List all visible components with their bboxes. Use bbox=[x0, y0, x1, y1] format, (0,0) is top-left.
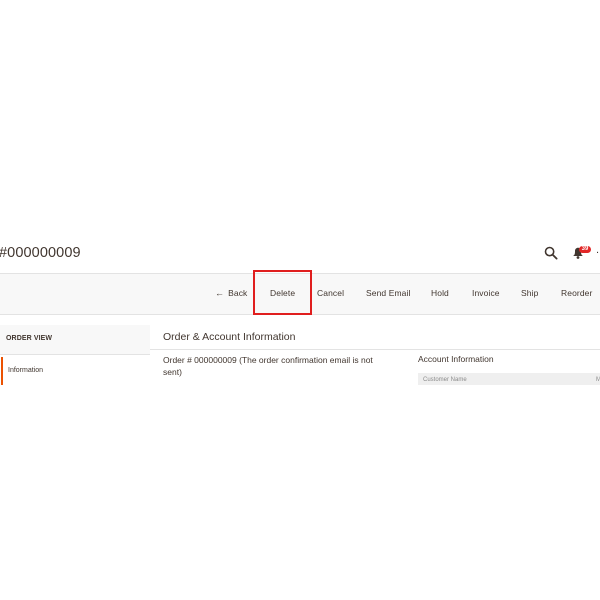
order-view-sidebar: ORDER VIEW Information bbox=[0, 325, 150, 386]
action-toolbar: ← Back Delete Cancel Send Email Hold Invo… bbox=[0, 273, 600, 315]
account-column-cut-off: M bbox=[596, 377, 600, 383]
ship-button[interactable]: Ship bbox=[521, 288, 538, 298]
page-header: #000000009 39 . bbox=[0, 236, 600, 272]
back-button[interactable]: ← Back bbox=[215, 288, 247, 298]
delete-button[interactable]: Delete bbox=[270, 288, 295, 298]
account-information-heading: Account Information bbox=[418, 354, 494, 364]
hold-button[interactable]: Hold bbox=[431, 288, 449, 298]
sidebar-heading: ORDER VIEW bbox=[0, 325, 150, 355]
search-icon[interactable] bbox=[544, 246, 558, 260]
user-menu[interactable]: . bbox=[596, 244, 599, 256]
account-column-customer-name: Customer Name bbox=[423, 377, 467, 383]
sidebar-item-information[interactable]: Information bbox=[0, 357, 150, 386]
page-title: #000000009 bbox=[0, 245, 81, 261]
sidebar-item-label: Information bbox=[8, 367, 44, 374]
reorder-button[interactable]: Reorder bbox=[561, 288, 592, 298]
back-button-label: Back bbox=[228, 288, 248, 298]
admin-order-view: #000000009 39 . ← Back Delete Cancel Send… bbox=[0, 0, 600, 600]
blank-area bbox=[0, 385, 600, 600]
notification-badge: 39 bbox=[579, 246, 591, 253]
order-heading: Order # 000000009 (The order confirmatio… bbox=[163, 355, 373, 377]
send-email-button[interactable]: Send Email bbox=[366, 288, 410, 298]
invoice-button[interactable]: Invoice bbox=[472, 288, 500, 298]
cancel-button[interactable]: Cancel bbox=[317, 288, 344, 298]
section-title: Order & Account Information bbox=[163, 331, 296, 343]
account-table-header: Customer Name M bbox=[418, 373, 600, 385]
section-divider bbox=[150, 349, 600, 350]
arrow-left-icon: ← bbox=[215, 288, 225, 298]
